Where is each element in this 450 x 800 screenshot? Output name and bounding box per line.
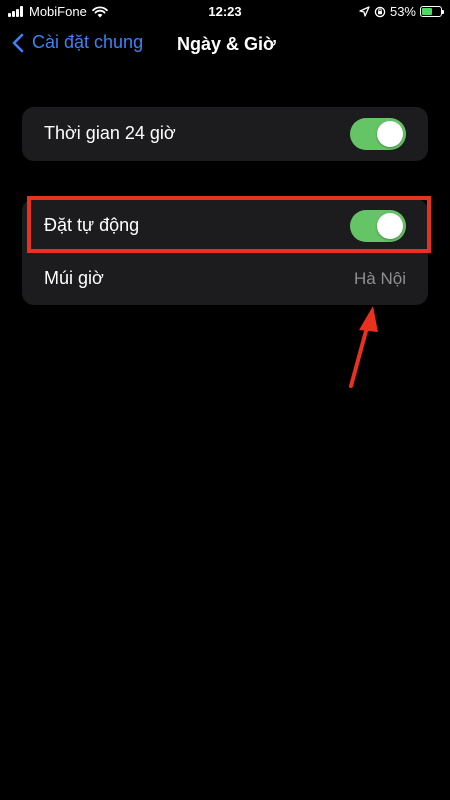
settings-group-auto-time: Đặt tự động Múi giờ Hà Nội [22,199,428,305]
chevron-left-icon [12,33,24,52]
time-zone-value: Hà Nội [354,268,406,288]
back-button[interactable]: Cài đặt chung [12,32,143,53]
location-icon [359,6,370,17]
row-label: Thời gian 24 giờ [44,123,176,143]
status-bar: MobiFone 12:23 53% [0,0,450,24]
row-24-hour-time: Thời gian 24 giờ [22,107,428,160]
battery-icon [420,6,444,17]
battery-percent: 53% [389,4,416,19]
toggle-knob [377,121,403,147]
page-title: Ngày & Giờ [177,34,276,54]
toggle-knob [377,213,403,239]
status-right: 53% [359,4,444,19]
toggle-24-hour-time[interactable] [350,118,406,150]
settings-group-time-format: Thời gian 24 giờ [22,107,428,161]
annotation-arrow-icon [349,306,378,388]
toggle-set-automatically[interactable] [350,210,406,242]
back-label: Cài đặt chung [32,32,144,52]
orientation-lock-icon [374,6,386,17]
row-label: Đặt tự động [44,215,140,235]
battery-fill [422,8,432,15]
nav-bar: Cài đặt chung Ngày & Giờ [0,28,450,64]
row-label: Múi giờ [44,268,104,288]
row-set-automatically: Đặt tự động [22,199,428,252]
